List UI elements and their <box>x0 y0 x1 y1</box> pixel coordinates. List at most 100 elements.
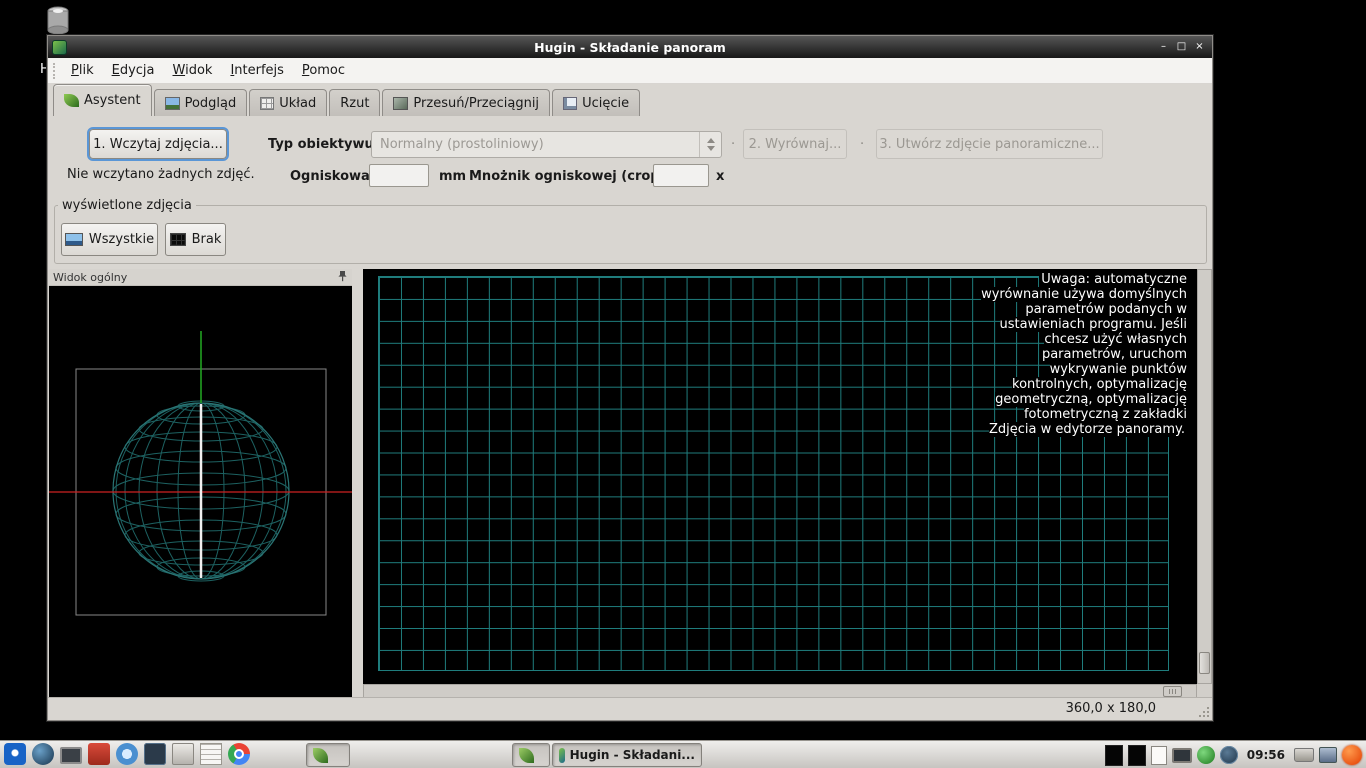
chromium-icon[interactable] <box>116 743 138 765</box>
desktop-archive-icon[interactable] <box>46 6 70 36</box>
crop-unit-label: x <box>716 169 724 184</box>
taskbar-leaf-button-1[interactable] <box>306 743 350 767</box>
focal-length-label: Ogniskowa: <box>290 169 375 184</box>
tray-printer-icon[interactable] <box>1294 748 1314 762</box>
move-drag-icon <box>393 97 408 110</box>
hugin-window: Hugin - Składanie panoram – □ × Plik Edy… <box>47 35 1213 721</box>
leaf-icon <box>313 748 328 763</box>
align-button[interactable]: 2. Wyrównaj... <box>743 129 847 159</box>
resize-grip[interactable] <box>1199 707 1209 717</box>
preview-image-icon <box>165 97 180 110</box>
layout-grid-icon <box>260 97 274 110</box>
taskbar: Hugin - Składani... 09:56 <box>0 740 1366 768</box>
package-manager-icon[interactable] <box>88 743 110 765</box>
app-menu-icon[interactable] <box>4 743 26 765</box>
minimize-button[interactable]: – <box>1156 40 1171 54</box>
tray-device-icon[interactable] <box>1319 747 1337 763</box>
auto-align-note: Uwaga: automatyczne wyrównanie używa dom… <box>975 272 1187 437</box>
web-browser-icon[interactable] <box>32 743 54 765</box>
menubar-grip[interactable] <box>53 63 58 79</box>
overview-pane: Widok ogólny <box>49 269 352 701</box>
tab-label: Asystent <box>84 93 141 108</box>
maximize-button[interactable]: □ <box>1174 40 1189 54</box>
menu-pomoc[interactable]: Pomoc <box>293 60 354 81</box>
show-none-images-button[interactable]: Brak <box>165 223 226 256</box>
tab-podglad[interactable]: Podgląd <box>154 89 248 116</box>
tray-display-icon[interactable] <box>1172 748 1192 763</box>
no-images-status: Nie wczytano żadnych zdjęć. <box>67 167 255 182</box>
menu-plik[interactable]: Plik <box>62 60 103 81</box>
notification-orange-icon[interactable] <box>1342 745 1362 765</box>
lens-type-select[interactable]: Normalny (prostoliniowy) <box>371 131 722 158</box>
chrome-icon[interactable] <box>228 743 250 765</box>
tab-label: Podgląd <box>185 96 237 111</box>
all-images-icon <box>65 233 83 246</box>
button-label: Wszystkie <box>89 232 154 247</box>
sphere-overview-canvas[interactable] <box>49 286 352 701</box>
vertical-scrollbar-thumb[interactable] <box>1199 652 1210 674</box>
no-images-icon <box>170 233 186 246</box>
crop-factor-input[interactable] <box>653 164 709 187</box>
tray-network-icon[interactable] <box>1220 746 1238 764</box>
menu-widok[interactable]: Widok <box>164 60 222 81</box>
vertical-scrollbar[interactable] <box>1197 269 1212 684</box>
tab-przesun[interactable]: Przesuń/Przeciągnij <box>382 89 550 116</box>
menu-interfejs[interactable]: Interfejs <box>221 60 292 81</box>
task-button-label: Hugin - Składani... <box>570 748 695 762</box>
tab-label: Ucięcie <box>582 96 629 111</box>
focal-length-input[interactable] <box>369 164 429 187</box>
assistant-icon <box>64 94 79 107</box>
create-panorama-button[interactable]: 3. Utwórz zdjęcie panoramiczne... <box>876 129 1103 159</box>
lens-type-value: Normalny (prostoliniowy) <box>372 137 699 152</box>
tray-clipboard-icon[interactable] <box>1151 746 1167 765</box>
chevron-up-icon <box>707 138 715 143</box>
taskbar-hugin-window-button[interactable]: Hugin - Składani... <box>552 743 702 767</box>
tray-black-box-2 <box>1128 745 1146 766</box>
menubar: Plik Edycja Widok Interfejs Pomoc <box>48 58 1212 84</box>
combo-spinner[interactable] <box>699 132 721 157</box>
load-images-button[interactable]: 1. Wczytaj zdjęcia... <box>89 129 227 159</box>
clock[interactable]: 09:56 <box>1243 748 1289 762</box>
text-editor-icon[interactable] <box>200 743 222 765</box>
tray-green-status-icon[interactable] <box>1197 746 1215 764</box>
tabbar: Asystent Podgląd Układ Rzut Przesuń/Prze… <box>48 84 1212 116</box>
separator-dot: · <box>860 137 864 152</box>
tab-asystent[interactable]: Asystent <box>53 84 152 116</box>
file-manager-icon[interactable] <box>172 743 194 765</box>
tab-uciecie[interactable]: Ucięcie <box>552 89 640 116</box>
pin-icon[interactable] <box>337 270 348 285</box>
leaf-icon <box>519 748 534 763</box>
hugin-app-icon <box>52 40 67 55</box>
menu-edycja[interactable]: Edycja <box>103 60 164 81</box>
titlebar[interactable]: Hugin - Składanie panoram – □ × <box>48 36 1212 58</box>
display-settings-icon[interactable] <box>60 747 82 764</box>
tray-black-box-1 <box>1105 745 1123 766</box>
tab-rzut[interactable]: Rzut <box>329 89 380 116</box>
terminal-icon[interactable] <box>144 743 166 765</box>
canvas-size-status: 360,0 x 180,0 <box>1066 701 1156 716</box>
tab-label: Układ <box>279 96 316 111</box>
overview-header: Widok ogólny <box>49 269 352 286</box>
tab-uklad[interactable]: Układ <box>249 89 327 116</box>
crop-icon <box>563 97 577 110</box>
overview-title: Widok ogólny <box>53 271 127 284</box>
hugin-app-icon <box>559 748 565 763</box>
lens-type-label: Typ obiektywu: <box>268 137 379 152</box>
button-label: Brak <box>192 232 222 247</box>
panorama-preview-canvas[interactable]: Uwaga: automatyczne wyrównanie używa dom… <box>363 269 1197 684</box>
chevron-down-icon <box>707 146 715 151</box>
tab-label: Przesuń/Przeciągnij <box>413 96 539 111</box>
separator-dot: · <box>731 137 735 152</box>
taskbar-leaf-button-2[interactable] <box>512 743 550 767</box>
statusbar: 360,0 x 180,0 <box>48 697 1212 720</box>
tab-label: Rzut <box>340 96 369 111</box>
pane-splitter[interactable] <box>352 269 363 701</box>
show-all-images-button[interactable]: Wszystkie <box>61 223 158 256</box>
focal-unit-label: mm <box>439 169 466 184</box>
horizontal-scrollbar-thumb[interactable] <box>1163 686 1182 697</box>
close-button[interactable]: × <box>1192 40 1207 54</box>
chrome-icon-center <box>234 749 244 759</box>
displayed-images-group <box>54 205 1207 264</box>
displayed-images-group-label: wyświetlone zdjęcia <box>58 198 196 213</box>
window-title: Hugin - Składanie panoram <box>48 40 1212 55</box>
